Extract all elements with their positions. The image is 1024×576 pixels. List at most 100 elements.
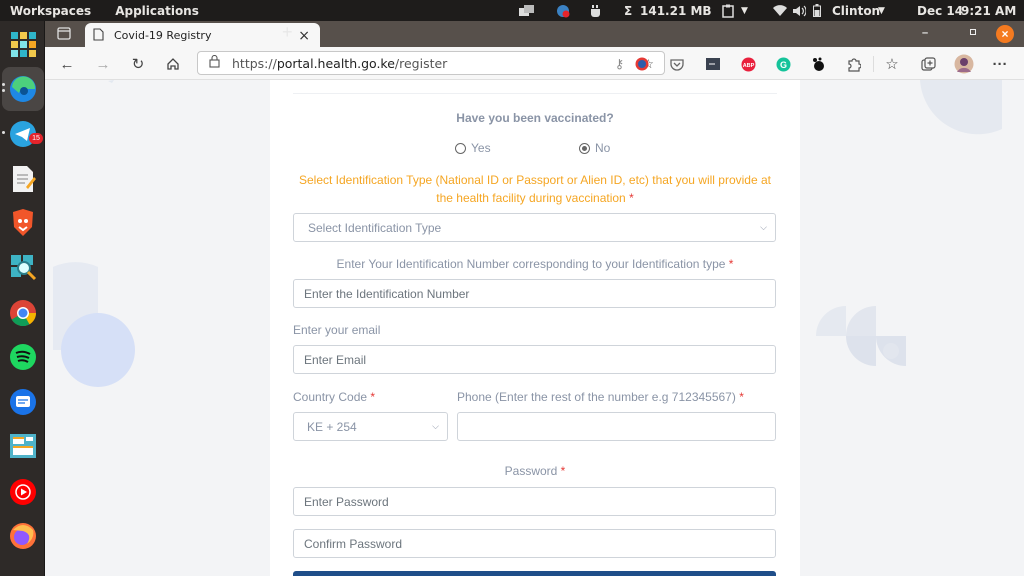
back-icon[interactable]: ← — [57, 54, 77, 74]
new-tab-button[interactable]: + — [282, 22, 293, 43]
adblock-plus-icon[interactable]: ABP — [738, 54, 758, 74]
password-label: Password * — [270, 464, 800, 478]
applications-menu[interactable]: Applications — [115, 4, 199, 18]
gnome-extension-icon[interactable] — [808, 54, 828, 74]
url-host: portal.health.go.ke — [276, 55, 395, 71]
sigma-icon: Σ — [624, 3, 633, 18]
tray-app-icon[interactable] — [556, 0, 570, 21]
email-placeholder: Enter Email — [304, 352, 367, 367]
tab-actions-icon[interactable] — [57, 27, 71, 45]
more-menu-icon[interactable]: ··· — [990, 54, 1010, 74]
required-mark: * — [560, 464, 566, 478]
maximize-button[interactable] — [970, 29, 976, 35]
page-icon — [93, 27, 104, 44]
close-tab-icon[interactable]: × — [298, 28, 310, 44]
id-number-input[interactable]: Enter the Identification Number — [293, 279, 776, 308]
chevron-down-icon[interactable]: ▼ — [741, 0, 748, 21]
radio-yes[interactable]: Yes — [455, 141, 491, 155]
radio-no-label: No — [595, 141, 611, 155]
volume-icon[interactable] — [792, 0, 806, 21]
battery-icon[interactable] — [813, 0, 821, 21]
app-grid-icon[interactable] — [8, 29, 38, 59]
extension-terminal-icon[interactable] — [703, 54, 723, 74]
clipboard-icon[interactable] — [722, 0, 734, 21]
youtube-music-icon[interactable] — [8, 477, 38, 507]
password-input[interactable]: Enter Password — [293, 487, 776, 516]
wifi-icon[interactable] — [773, 0, 787, 21]
required-mark: * — [629, 191, 634, 205]
favorites-icon[interactable]: ☆ — [882, 54, 902, 74]
radio-no-circle[interactable] — [579, 142, 590, 154]
dock: 15 — [0, 21, 45, 576]
id-type-select-value: Select Identification Type — [308, 220, 442, 235]
grammarly-icon[interactable]: G — [773, 54, 793, 74]
phone-label-text: Phone (Enter the rest of the number e.g … — [457, 390, 736, 404]
key-icon[interactable]: ⚷ — [615, 56, 624, 71]
layout-icon[interactable] — [8, 431, 38, 461]
window-switcher-icon[interactable] — [519, 0, 535, 21]
vaccinated-question: Have you been vaccinated? — [456, 111, 614, 125]
brave-icon[interactable] — [8, 208, 38, 238]
id-type-label-text: the health facility during vaccination — [436, 191, 626, 205]
url-scheme: https:// — [232, 55, 277, 71]
id-type-select[interactable]: Select Identification Type ⌵ — [293, 213, 776, 242]
radio-yes-label: Yes — [471, 141, 491, 155]
url-path: /register — [394, 55, 448, 71]
id-type-label-line2: the health facility during vaccination * — [270, 191, 800, 205]
firefox-icon[interactable] — [8, 521, 38, 551]
edge-icon[interactable] — [8, 74, 38, 104]
id-number-label: Enter Your Identification Number corresp… — [270, 257, 800, 271]
close-window-button[interactable]: × — [996, 25, 1014, 43]
chevron-down-icon[interactable]: ▼ — [878, 0, 885, 21]
telegram-badge: 15 — [29, 133, 43, 144]
country-code-label: Country Code * — [293, 390, 375, 404]
id-number-label-text: Enter Your Identification Number corresp… — [336, 257, 726, 271]
text-editor-icon[interactable] — [8, 164, 38, 194]
system-top-bar: Workspaces Applications Σ 141.21 MB ▼ Cl… — [0, 0, 1024, 21]
registration-form: Have you been vaccinated? Yes No Select … — [270, 80, 800, 576]
spotify-icon[interactable] — [8, 342, 38, 372]
date[interactable]: Dec 14 — [917, 0, 963, 21]
country-code-label-text: Country Code — [293, 390, 368, 404]
password-placeholder: Enter Password — [304, 494, 389, 509]
tab-title: Covid-19 Registry — [114, 29, 212, 42]
chevron-down-icon: ⌵ — [760, 222, 767, 232]
confirm-password-input[interactable]: Confirm Password — [293, 529, 776, 558]
pocket-icon[interactable] — [667, 54, 687, 74]
chrome-icon[interactable] — [8, 298, 38, 328]
extensions-icon[interactable] — [843, 54, 863, 74]
country-code-select[interactable]: KE + 254 ⌵ — [293, 412, 448, 441]
email-label: Enter your email — [293, 323, 381, 337]
lock-icon[interactable] — [209, 54, 220, 71]
svg-text:ABP: ABP — [742, 63, 754, 69]
required-mark: * — [739, 390, 744, 404]
user-menu[interactable]: Clinton — [832, 0, 880, 21]
extension-blocker-icon[interactable] — [632, 54, 652, 74]
page-viewport: Have you been vaccinated? Yes No Select … — [45, 80, 1024, 576]
phone-input[interactable] — [457, 412, 776, 441]
id-type-label-line1: Select Identification Type (National ID … — [298, 173, 771, 187]
radio-no[interactable]: No — [579, 141, 610, 155]
svg-text:G: G — [779, 60, 786, 70]
radio-yes-circle[interactable] — [455, 142, 466, 154]
minimize-button[interactable]: – — [922, 27, 928, 39]
collections-icon[interactable] — [918, 54, 938, 74]
password-label-text: Password — [504, 464, 558, 478]
id-number-placeholder: Enter the Identification Number — [304, 286, 470, 301]
home-icon[interactable] — [163, 54, 183, 74]
browser-toolbar: ← → ↻ https://portal.health.go.ke/regist… — [45, 47, 1024, 80]
caffeine-icon[interactable] — [589, 0, 603, 21]
search-image-icon[interactable] — [8, 252, 38, 282]
email-input[interactable]: Enter Email — [293, 345, 776, 374]
submit-button[interactable] — [293, 571, 776, 576]
phone-label: Phone (Enter the rest of the number e.g … — [457, 390, 744, 404]
reload-icon[interactable]: ↻ — [128, 54, 148, 74]
required-mark: * — [728, 257, 734, 271]
address-bar[interactable]: https://portal.health.go.ke/register ⚷ ☆ — [197, 51, 665, 75]
workspaces-menu[interactable]: Workspaces — [10, 4, 91, 18]
clock[interactable]: 9:21 AM — [961, 0, 1016, 21]
profile-avatar[interactable] — [954, 54, 974, 74]
messages-icon[interactable] — [8, 387, 38, 417]
forward-icon[interactable]: → — [93, 54, 113, 74]
browser-tab-strip: Covid-19 Registry × + – × — [45, 21, 1024, 48]
